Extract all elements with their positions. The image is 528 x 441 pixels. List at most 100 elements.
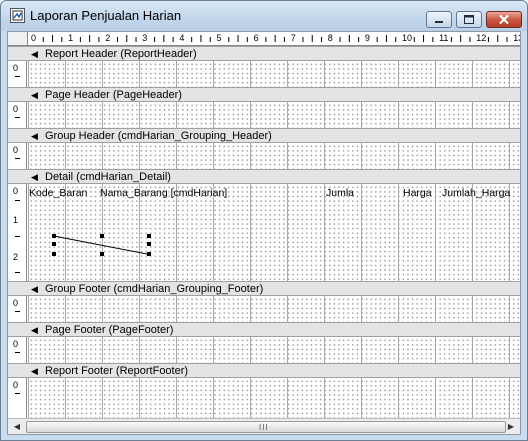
vertical-ruler-report-header: 0 — [8, 61, 27, 87]
section-header-page-header[interactable]: ◀ Page Header (PageHeader) — [8, 87, 520, 102]
vertical-ruler-label: 0 — [13, 380, 19, 390]
vertical-ruler-label: 2 — [13, 252, 19, 262]
vertical-ruler-label: 0 — [13, 298, 19, 308]
title-bar[interactable]: Laporan Penjualan Harian — [1, 1, 527, 31]
scroll-right-icon: ▶ — [507, 422, 515, 431]
vertical-ruler-label: 0 — [13, 63, 19, 73]
ruler-tick — [15, 393, 20, 394]
resize-handle[interactable] — [52, 252, 56, 256]
vertical-ruler-report-footer: 0 — [8, 378, 27, 418]
minimize-button[interactable] — [426, 11, 452, 28]
ruler-label: 2 — [105, 33, 111, 43]
section-label: Report Footer (ReportFooter) — [45, 365, 189, 377]
ruler-tick — [15, 311, 20, 312]
vertical-ruler-label: 0 — [13, 339, 19, 349]
section-arrow-icon: ◀ — [31, 131, 38, 141]
ruler-label: 13 — [513, 33, 520, 43]
group-header-section[interactable] — [28, 143, 520, 169]
maximize-icon — [464, 15, 474, 24]
resize-handle[interactable] — [52, 242, 56, 246]
report-header-section[interactable] — [28, 61, 520, 87]
vertical-ruler-label: 0 — [13, 145, 19, 155]
report-designer-area: 012345678910111213 ◀ Report Header (Repo… — [7, 31, 521, 435]
report-designer-window: Laporan Penjualan Harian 0 1 2 3 4 5 6 7 8 9 10 11 1… — [0, 0, 528, 441]
section-header-report-footer[interactable]: ◀ Report Footer (ReportFooter) — [8, 363, 520, 378]
section-arrow-icon: ◀ — [31, 172, 38, 182]
ruler-label: 5 — [216, 33, 222, 43]
vertical-ruler-group-header: 0 — [8, 143, 27, 169]
ruler-tick — [15, 272, 20, 273]
page-header-section[interactable] — [28, 102, 520, 128]
design-canvas[interactable]: ◀ Report Header (ReportHeader) 0 ◀ Page … — [8, 46, 520, 418]
field-kode-barang[interactable]: Kode_Baran — [29, 187, 87, 199]
section-label: Group Header (cmdHarian_Grouping_Header) — [45, 130, 272, 142]
ruler-label: 8 — [327, 33, 333, 43]
section-arrow-icon: ◀ — [31, 325, 38, 335]
vertical-ruler-label: 1 — [13, 215, 19, 225]
scroll-right-button[interactable]: ▶ — [503, 420, 519, 434]
ruler-label: 4 — [179, 33, 185, 43]
vertical-ruler-label: 0 — [13, 104, 19, 114]
section-label: Detail (cmdHarian_Detail) — [45, 171, 171, 183]
section-header-group-footer[interactable]: ◀ Group Footer (cmdHarian_Grouping_Foote… — [8, 281, 520, 296]
section-arrow-icon: ◀ — [31, 284, 38, 294]
field-nama-barang[interactable]: Nama_Barang [cmdHarian] — [100, 187, 227, 199]
section-label: Page Footer (PageFooter) — [45, 324, 174, 336]
window-title: Laporan Penjualan Harian — [30, 8, 182, 23]
vertical-ruler-group-footer: 0 — [8, 296, 27, 322]
report-footer-section[interactable] — [28, 378, 520, 418]
section-label: Group Footer (cmdHarian_Grouping_Footer) — [45, 283, 264, 295]
ruler-label: 6 — [253, 33, 259, 43]
section-label: Report Header (ReportHeader) — [45, 48, 197, 60]
vertical-ruler-label: 0 — [13, 186, 19, 196]
ruler-label: 1 — [68, 33, 74, 43]
ruler-label: 10 — [402, 33, 413, 43]
close-icon — [499, 14, 509, 25]
page-footer-section[interactable] — [28, 337, 520, 363]
ruler-tick — [15, 352, 20, 353]
ruler-tick — [15, 158, 20, 159]
resize-handle[interactable] — [100, 252, 104, 256]
ruler-label: 11 — [439, 33, 449, 43]
section-header-group-header[interactable]: ◀ Group Header (cmdHarian_Grouping_Heade… — [8, 128, 520, 143]
minimize-icon — [435, 21, 443, 23]
ruler-tick — [15, 236, 20, 237]
section-header-detail[interactable]: ◀ Detail (cmdHarian_Detail) — [8, 169, 520, 184]
resize-handle[interactable] — [147, 234, 151, 238]
section-arrow-icon: ◀ — [31, 366, 38, 376]
vertical-ruler-page-header: 0 — [8, 102, 27, 128]
maximize-button[interactable] — [456, 11, 482, 28]
vertical-ruler-detail: 0 1 2 — [8, 184, 27, 281]
ruler-label: 12 — [476, 33, 487, 43]
field-jumlah[interactable]: Jumla — [326, 187, 354, 199]
close-button[interactable] — [486, 11, 522, 28]
section-header-report-header[interactable]: ◀ Report Header (ReportHeader) — [8, 46, 520, 61]
resize-handle[interactable] — [147, 252, 151, 256]
scrollbar-grip: III — [259, 423, 269, 432]
field-harga[interactable]: Harga — [403, 187, 432, 199]
ruler-tick — [15, 200, 20, 201]
ruler-label: 3 — [142, 33, 148, 43]
section-arrow-icon: ◀ — [31, 90, 38, 100]
ruler-tick — [15, 117, 20, 118]
resize-handle[interactable] — [100, 234, 104, 238]
resize-handle[interactable] — [52, 234, 56, 238]
ruler-label: 7 — [290, 33, 296, 43]
ruler-label: 0 — [31, 33, 37, 43]
scroll-left-button[interactable]: ◀ — [9, 420, 25, 434]
vertical-ruler-page-footer: 0 — [8, 337, 27, 363]
field-jumlah-harga[interactable]: Jumlah_Harga — [442, 187, 510, 199]
section-label: Page Header (PageHeader) — [45, 89, 182, 101]
section-header-page-footer[interactable]: ◀ Page Footer (PageFooter) — [8, 322, 520, 337]
group-footer-section[interactable] — [28, 296, 520, 322]
ruler-label: 9 — [364, 33, 370, 43]
report-app-icon — [10, 8, 25, 23]
horizontal-scrollbar[interactable]: ◀ III ▶ — [8, 418, 520, 434]
section-arrow-icon: ◀ — [31, 49, 38, 59]
horizontal-ruler[interactable]: 012345678910111213 — [28, 32, 520, 46]
resize-handle[interactable] — [147, 242, 151, 246]
scroll-left-icon: ◀ — [13, 422, 21, 431]
ruler-corner — [8, 32, 28, 46]
scrollbar-thumb[interactable]: III — [26, 421, 506, 433]
ruler-tick — [15, 76, 20, 77]
